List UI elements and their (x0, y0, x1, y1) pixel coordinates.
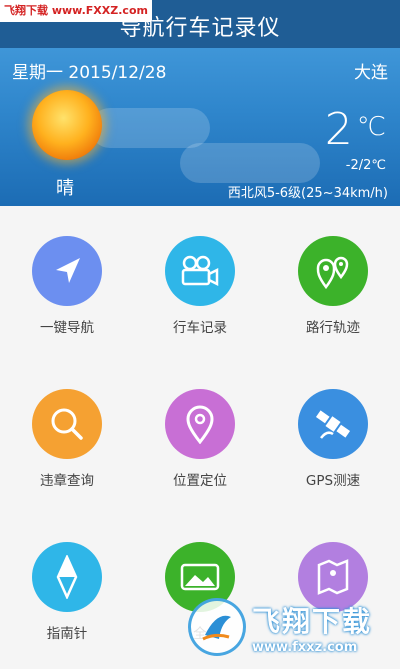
video-camera-icon (165, 236, 235, 306)
menu-item-gps-speed[interactable]: GPS测速 (273, 389, 393, 489)
watermark-text: 飞翔下载 www.FXXZ.com (0, 0, 152, 22)
weather-date: 星期一 2015/12/28 (12, 63, 167, 83)
menu-label: 路行轨迹 (306, 320, 360, 336)
map-person-icon (298, 542, 368, 612)
weather-temperature: 2 ℃ (325, 104, 386, 155)
menu-label: GPS测速 (305, 473, 361, 489)
navigation-arrow-icon (32, 236, 102, 306)
menu-item-drive-record[interactable]: 行车记录 (140, 236, 260, 336)
weather-range: -2/2℃ (345, 158, 386, 173)
menu-item-location[interactable]: 位置定位 (140, 389, 260, 489)
feature-grid: 一键导航 行车记录 路行轨迹 违章查询 位置定位 GPS测速 指南针 全 (0, 206, 400, 669)
weather-city[interactable]: 大连 (354, 58, 388, 83)
weather-wind: 西北风5-6级(25~34km/h) (227, 186, 388, 201)
sunny-icon (32, 90, 102, 160)
panorama-icon (165, 542, 235, 612)
temperature-value: 2 (324, 104, 353, 155)
menu-item-route-track[interactable]: 路行轨迹 (273, 236, 393, 336)
satellite-icon (298, 389, 368, 459)
menu-label: 违章查询 (40, 473, 94, 489)
menu-item-map[interactable] (273, 542, 393, 622)
temperature-unit: ℃ (356, 112, 386, 142)
search-magnifier-icon (32, 389, 102, 459)
menu-label: 全 (193, 626, 207, 642)
route-pins-icon (298, 236, 368, 306)
menu-item-navigation[interactable]: 一键导航 (7, 236, 127, 336)
menu-label: 一键导航 (40, 320, 94, 336)
location-pin-icon (165, 389, 235, 459)
menu-label: 指南针 (46, 626, 88, 642)
weather-panel[interactable]: 星期一 2015/12/28 大连 晴 2 ℃ -2/2℃ 西北风5-6级(25~… (0, 48, 400, 206)
cloud-decoration (90, 108, 210, 148)
cloud-decoration (180, 143, 320, 183)
menu-label: 行车记录 (173, 320, 227, 336)
compass-icon (32, 542, 102, 612)
menu-item-compass[interactable]: 指南针 (7, 542, 127, 642)
weather-condition: 晴 (56, 178, 74, 199)
menu-label: 位置定位 (173, 473, 227, 489)
menu-item-panorama[interactable]: 全 (140, 542, 260, 642)
menu-item-violation-query[interactable]: 违章查询 (7, 389, 127, 489)
